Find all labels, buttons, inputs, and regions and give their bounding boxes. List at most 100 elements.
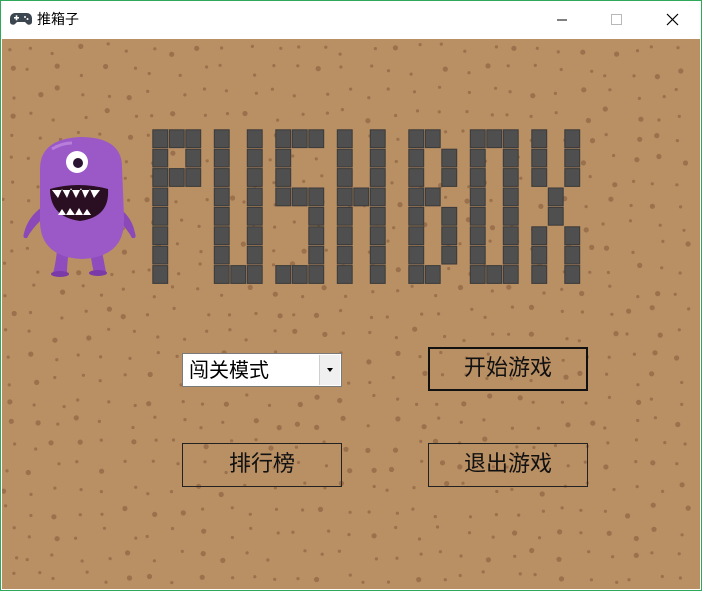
logo-block	[308, 245, 325, 265]
logo-block	[408, 226, 425, 246]
logo-block	[152, 129, 169, 149]
logo-block	[185, 168, 202, 187]
logo-block	[308, 129, 325, 149]
logo-block	[185, 148, 202, 168]
logo-block	[275, 129, 292, 149]
push-box-logo	[152, 129, 581, 284]
logo-block	[441, 206, 458, 226]
logo-block	[564, 226, 581, 246]
logo-block	[547, 206, 564, 226]
logo-block	[152, 148, 169, 168]
logo-block	[502, 245, 519, 265]
close-button[interactable]	[649, 1, 695, 39]
logo-block	[246, 265, 263, 284]
exit-game-button[interactable]: 退出游戏	[428, 443, 588, 487]
logo-block	[152, 168, 169, 187]
start-game-button[interactable]: 开始游戏	[428, 347, 588, 391]
logo-block	[336, 265, 353, 284]
logo-block	[408, 245, 425, 265]
logo-block	[353, 187, 370, 207]
logo-block	[369, 187, 386, 207]
logo-block	[531, 245, 548, 265]
logo-block	[502, 148, 519, 168]
logo-block	[441, 168, 458, 187]
logo-block	[408, 168, 425, 187]
logo-block	[291, 265, 308, 284]
logo-block	[152, 226, 169, 246]
logo-block	[336, 226, 353, 246]
logo-block	[564, 168, 581, 187]
game-window: 推箱子 闯关模式 开始游戏 排行榜 退出游戏	[0, 0, 702, 591]
logo-block	[168, 168, 185, 187]
logo-block	[336, 187, 353, 207]
logo-block	[213, 226, 230, 246]
mode-select-value: 闯关模式	[189, 358, 269, 382]
logo-block	[275, 187, 292, 207]
logo-block	[469, 168, 486, 187]
maximize-icon	[611, 14, 622, 25]
logo-block	[275, 265, 292, 284]
leaderboard-button[interactable]: 排行榜	[182, 443, 342, 487]
logo-block	[336, 148, 353, 168]
logo-block	[213, 129, 230, 149]
logo-block	[408, 265, 425, 284]
logo-block	[486, 129, 503, 149]
mode-select-dropdown[interactable]: 闯关模式	[182, 353, 342, 387]
logo-block	[308, 265, 325, 284]
logo-block	[469, 206, 486, 226]
logo-block	[308, 226, 325, 246]
logo-block	[531, 148, 548, 168]
logo-block	[275, 168, 292, 187]
dotted-dirt-background	[2, 42, 691, 585]
logo-block	[369, 129, 386, 149]
game-menu-screen: 闯关模式 开始游戏 排行榜 退出游戏	[2, 39, 700, 589]
logo-block	[408, 206, 425, 226]
gamepad-icon	[10, 13, 32, 25]
logo-block	[469, 148, 486, 168]
logo-block	[469, 226, 486, 246]
title-bar[interactable]: 推箱子	[1, 1, 701, 39]
logo-block	[246, 206, 263, 226]
chevron-down-icon[interactable]	[319, 355, 340, 385]
logo-block	[441, 148, 458, 168]
logo-block	[531, 168, 548, 187]
minimize-button[interactable]	[539, 1, 585, 39]
logo-block	[531, 129, 548, 149]
logo-block	[441, 226, 458, 246]
logo-block	[564, 129, 581, 149]
logo-block	[369, 265, 386, 284]
logo-block	[308, 187, 325, 207]
logo-block	[469, 265, 486, 284]
maximize-button[interactable]	[593, 1, 639, 39]
logo-block	[564, 245, 581, 265]
close-icon	[666, 13, 679, 26]
logo-block	[441, 245, 458, 265]
logo-block	[336, 245, 353, 265]
logo-block	[369, 206, 386, 226]
logo-block	[502, 129, 519, 149]
logo-block	[564, 148, 581, 168]
logo-block	[408, 129, 425, 149]
window-title: 推箱子	[37, 12, 79, 28]
logo-block	[547, 187, 564, 207]
logo-block	[275, 148, 292, 168]
logo-block	[502, 206, 519, 226]
logo-block	[408, 148, 425, 168]
logo-block	[213, 245, 230, 265]
logo-block	[246, 129, 263, 149]
logo-block	[502, 187, 519, 207]
logo-block	[469, 129, 486, 149]
logo-block	[308, 206, 325, 226]
logo-block	[369, 226, 386, 246]
logo-block	[291, 129, 308, 149]
logo-block	[246, 245, 263, 265]
logo-block	[213, 206, 230, 226]
logo-block	[152, 187, 169, 207]
logo-block	[502, 265, 519, 284]
purple-monster-mascot	[23, 137, 136, 277]
logo-block	[408, 187, 425, 207]
logo-block	[246, 168, 263, 187]
logo-block	[246, 226, 263, 246]
logo-block	[531, 226, 548, 246]
minimize-icon	[557, 19, 567, 21]
